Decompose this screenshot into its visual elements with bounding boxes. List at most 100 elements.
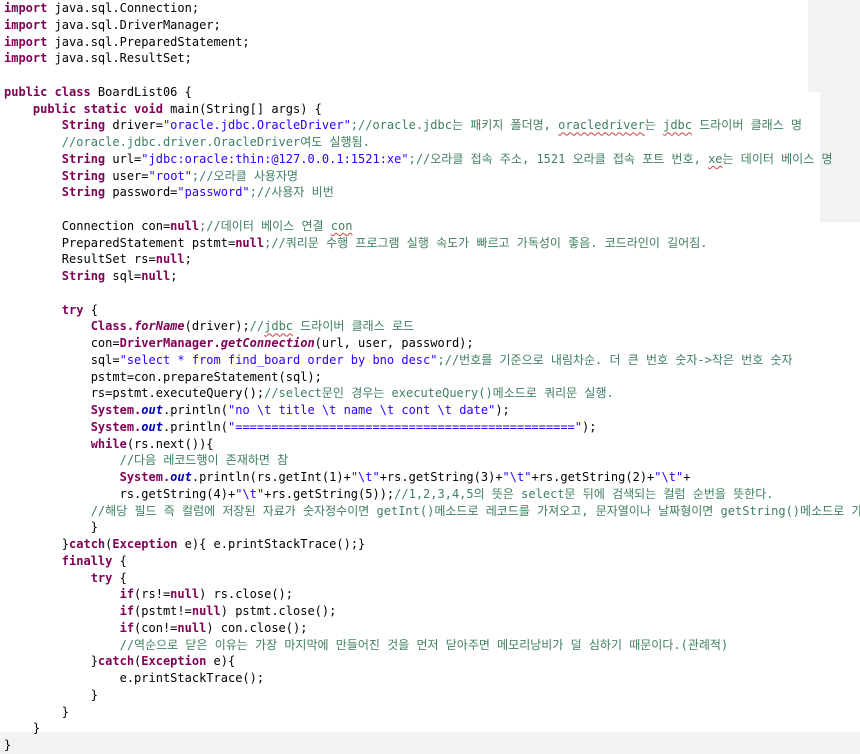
code-token: Exception xyxy=(112,537,178,551)
code-line: public static void main(String[] args) { xyxy=(4,101,860,118)
code-token: { xyxy=(112,553,127,568)
code-token: 는 데이터 베이스 명 xyxy=(722,151,833,166)
code-token: BoardList06 { xyxy=(90,84,192,99)
code-token: } xyxy=(4,687,98,702)
code-token: user= xyxy=(105,168,149,183)
code-token: String xyxy=(61,118,106,133)
code-token: try xyxy=(61,302,84,317)
code-line: con=DriverManager.getConnection(url, use… xyxy=(4,335,860,352)
code-token: ); xyxy=(582,419,597,434)
code-token: ;//오라클 접속 주소, 1521 오라클 접속 포트 번호, xyxy=(408,151,709,166)
code-token: //다음 레코드행이 존재하면 참 xyxy=(119,453,289,468)
code-token: +rs.getString(2)+ xyxy=(531,470,655,484)
code-token: //역순으로 닫은 이유는 가장 마지막에 만들어진 것을 먼저 닫아주면 메모… xyxy=(119,637,729,652)
code-token: ) rs.close(); xyxy=(199,587,293,602)
code-token: null xyxy=(141,269,171,283)
code-token: "jdbc:oracle:thin:@127.0.0.1:1521:xe" xyxy=(141,151,409,166)
code-line: if(pstmt!=null) pstmt.close(); xyxy=(4,603,860,620)
code-token: getConnection xyxy=(220,336,315,350)
code-token: out xyxy=(141,419,163,434)
code-line: if(rs!=null) rs.close(); xyxy=(4,586,860,603)
code-token: System. xyxy=(90,419,142,434)
code-token: "\t" xyxy=(235,486,265,501)
code-token: import xyxy=(4,17,48,32)
code-token: System. xyxy=(90,403,142,417)
code-token: null xyxy=(191,604,221,618)
code-token: jdbc xyxy=(663,118,692,133)
code-token: ) con.close(); xyxy=(206,620,308,635)
code-line: } xyxy=(4,519,860,536)
code-token: e){ xyxy=(206,654,236,669)
code-line: String url="jdbc:oracle:thin:@127.0.0.1:… xyxy=(4,151,860,168)
code-line: }catch(Exception e){ xyxy=(4,653,860,670)
code-token: public class xyxy=(4,84,91,99)
code-line: import java.sql.PreparedStatement; xyxy=(4,34,860,51)
code-line: ResultSet rs=null; xyxy=(4,251,860,268)
code-token: "\t" xyxy=(654,470,684,484)
code-token: null xyxy=(235,235,265,250)
code-token: "password" xyxy=(177,185,250,200)
code-token: try xyxy=(90,570,113,585)
code-token: while xyxy=(90,436,127,451)
code-token: //해당 필드 즉 컬럼에 저장된 자료가 숫자정수이면 getInt()메소드… xyxy=(90,503,860,518)
code-token: + xyxy=(683,470,691,484)
code-line: Connection con=null;//데이터 베이스 연결 con xyxy=(4,218,860,235)
code-token: null xyxy=(155,252,185,267)
code-token: "\t" xyxy=(350,470,380,484)
code-line: public class BoardList06 { xyxy=(4,84,860,101)
code-token: e.printStackTrace(); xyxy=(4,671,265,685)
code-token: out xyxy=(141,403,163,417)
code-token: sql= xyxy=(105,269,142,283)
code-token: { xyxy=(83,302,98,317)
code-token: "select * from find_board order by bno d… xyxy=(119,352,438,367)
code-line: } xyxy=(4,687,860,704)
code-token: .println(rs.getInt(1)+ xyxy=(191,470,351,484)
code-token: java.sql.DriverManager; xyxy=(47,17,221,32)
code-token: "no \t title \t name \t cont \t date" xyxy=(228,403,496,417)
code-editor[interactable]: import java.sql.Connection; import java.s… xyxy=(4,0,860,754)
code-line: if(con!=null) con.close(); xyxy=(4,620,860,637)
code-token: } xyxy=(4,654,98,669)
code-token: pstmt=con.prepareStatement(sql); xyxy=(4,369,322,384)
code-line: PreparedStatement pstmt=null;//쿼리문 수행 프로… xyxy=(4,235,860,252)
code-line: }catch(Exception e){ e.printStackTrace()… xyxy=(4,536,860,553)
code-token: "root" xyxy=(148,168,192,183)
code-token: +rs.getString(5)); xyxy=(264,486,395,501)
code-line: String driver="oracle.jdbc.OracleDriver"… xyxy=(4,117,860,134)
code-token: e){ e.printStackTrace();} xyxy=(177,537,366,551)
code-token: con= xyxy=(4,336,120,350)
code-token: System. xyxy=(119,470,171,484)
code-token: java.sql.PreparedStatement; xyxy=(47,34,250,49)
code-line: import java.sql.DriverManager; xyxy=(4,17,860,34)
code-token: main(String[] args) { xyxy=(162,101,322,116)
code-line: import java.sql.Connection; xyxy=(4,0,860,17)
code-token: String xyxy=(61,269,106,283)
code-token: ;//oracle.jdbc는 패키지 폴더명, xyxy=(350,118,559,133)
code-token: { xyxy=(112,570,127,585)
code-line: try { xyxy=(4,302,860,319)
code-token: null xyxy=(177,620,207,635)
code-token: out xyxy=(170,470,192,484)
code-token: "\t" xyxy=(502,470,532,484)
code-token: null xyxy=(170,218,200,233)
code-line: System.out.println("no \t title \t name … xyxy=(4,402,860,419)
code-line: sql="select * from find_board order by b… xyxy=(4,352,860,369)
code-token: String xyxy=(61,185,106,200)
code-line: e.printStackTrace(); xyxy=(4,670,860,687)
code-token: finally xyxy=(61,553,113,568)
code-token: import xyxy=(4,1,48,15)
code-token: oracledriver xyxy=(558,118,645,133)
